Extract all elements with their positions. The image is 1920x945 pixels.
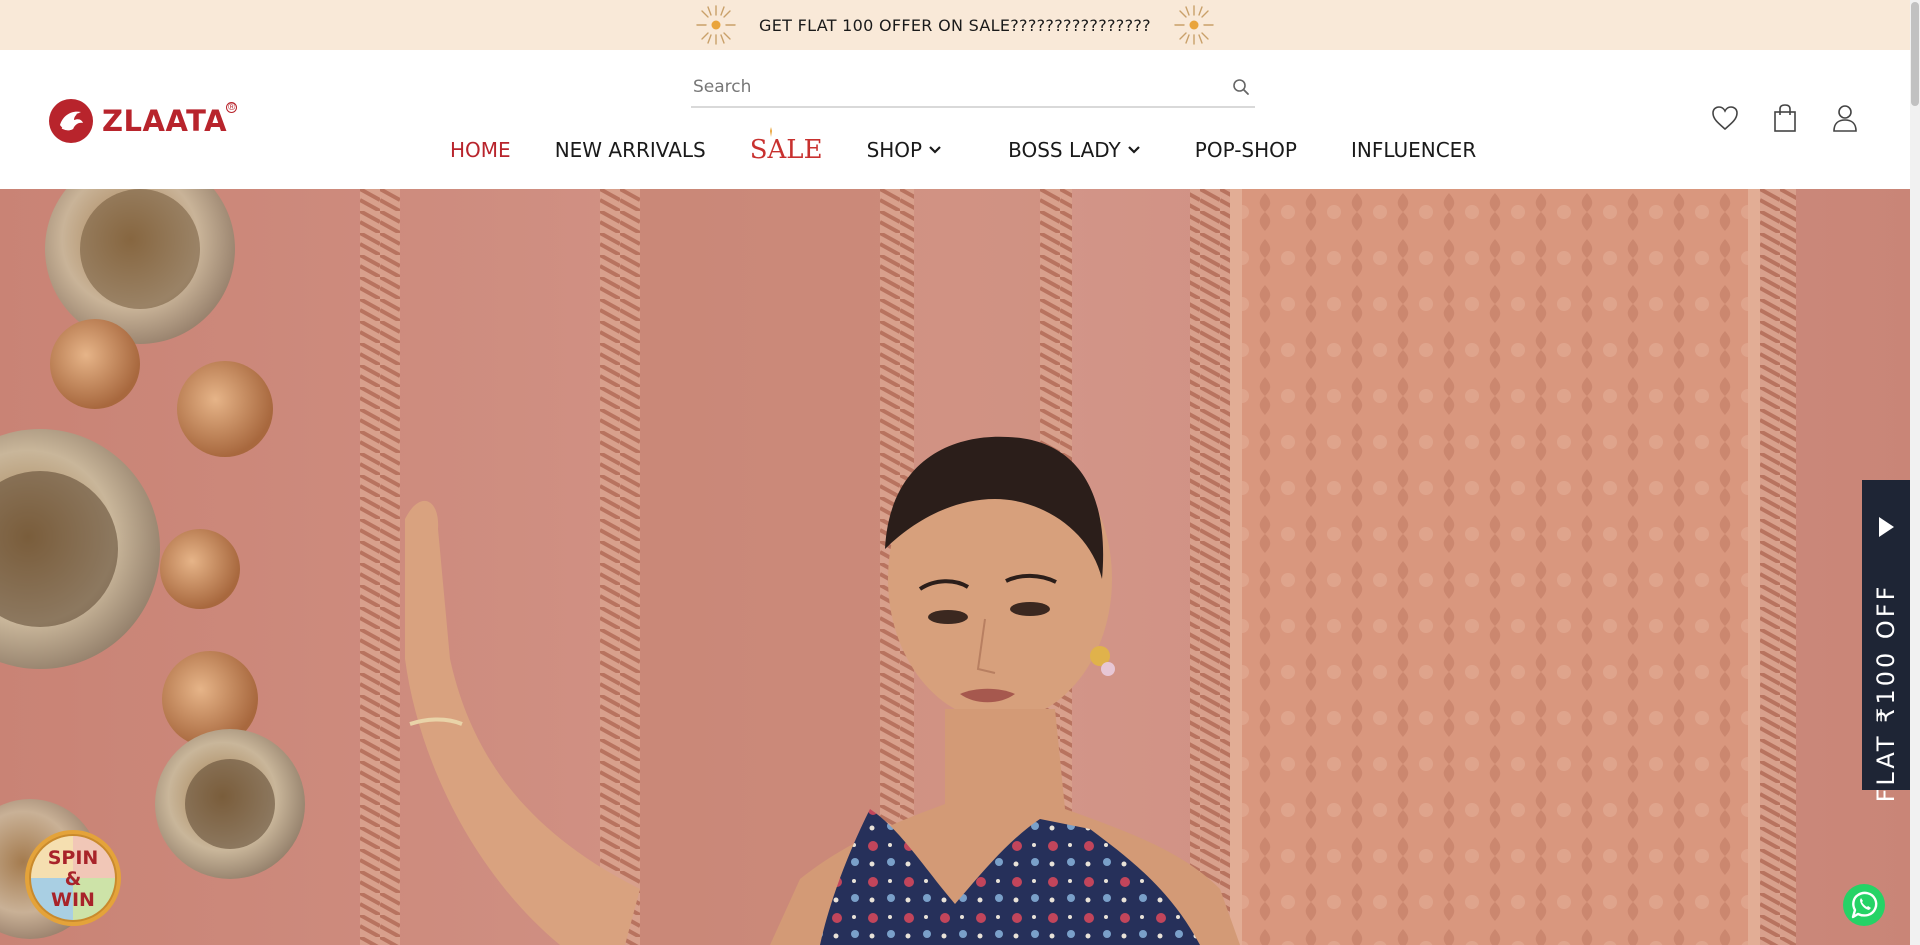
nav-item-influencer[interactable]: INFLUENCER	[1351, 138, 1476, 162]
site-header: ZLAATA ® HOME NEW ARRIVALS SALE SHOP	[0, 50, 1910, 189]
sale-sparkle-icon	[769, 127, 772, 137]
nav-item-boss-lady[interactable]: BOSS LADY	[1008, 138, 1141, 162]
nav-item-label: HOME	[450, 138, 511, 162]
hero-banner[interactable]	[0, 189, 1910, 945]
main-nav: HOME NEW ARRIVALS SALE SHOP BOSS LADY PO…	[450, 127, 1476, 168]
logo-text: ZLAATA	[102, 104, 228, 138]
wishlist-heart-icon[interactable]	[1710, 102, 1740, 134]
nav-item-label: INFLUENCER	[1350, 138, 1477, 162]
nav-item-label: BOSS LADY	[1008, 138, 1121, 162]
flat-offer-side-tab[interactable]: FLAT ₹100 OFF	[1862, 480, 1910, 802]
flat-offer-label: FLAT ₹100 OFF	[1872, 583, 1900, 803]
spin-and-win-button[interactable]: SPIN & WIN	[23, 828, 123, 928]
account-user-icon[interactable]	[1830, 102, 1860, 134]
hero-image	[0, 189, 1910, 945]
nav-item-label: SALE	[749, 135, 823, 165]
page-scrollbar[interactable]	[1910, 0, 1920, 945]
search-bar	[691, 68, 1255, 108]
nav-item-pop-shop[interactable]: POP-SHOP	[1195, 138, 1297, 162]
nav-item-label: SHOP	[866, 138, 923, 162]
nav-item-new-arrivals[interactable]: NEW ARRIVALS	[555, 138, 706, 162]
brand-logo[interactable]: ZLAATA ®	[48, 96, 238, 146]
spin-and-win-label: SPIN & WIN	[47, 847, 99, 911]
chevron-down-icon	[1128, 146, 1140, 154]
search-icon[interactable]	[1231, 77, 1251, 97]
shopping-bag-icon[interactable]	[1770, 102, 1800, 134]
nav-item-sale[interactable]: SALE	[749, 127, 823, 165]
whatsapp-icon[interactable]	[1842, 883, 1886, 927]
firework-icon	[696, 5, 736, 45]
announcement-text: GET FLAT 100 OFFER ON SALE??????????????…	[759, 15, 1151, 35]
registered-mark: ®	[226, 101, 238, 113]
nav-item-home[interactable]: HOME	[450, 138, 511, 162]
firework-icon	[1174, 5, 1214, 45]
nav-item-shop[interactable]: SHOP	[867, 138, 943, 162]
play-triangle-icon	[1879, 517, 1894, 537]
announcement-bar: GET FLAT 100 OFFER ON SALE??????????????…	[0, 0, 1910, 50]
nav-item-label: NEW ARRIVALS	[554, 138, 706, 162]
search-input[interactable]	[691, 77, 1215, 97]
logo-bird-icon	[49, 99, 93, 143]
chevron-down-icon	[929, 146, 941, 154]
scrollbar-thumb[interactable]	[1911, 2, 1919, 106]
nav-item-label: POP-SHOP	[1194, 138, 1297, 162]
header-actions	[1710, 102, 1860, 134]
